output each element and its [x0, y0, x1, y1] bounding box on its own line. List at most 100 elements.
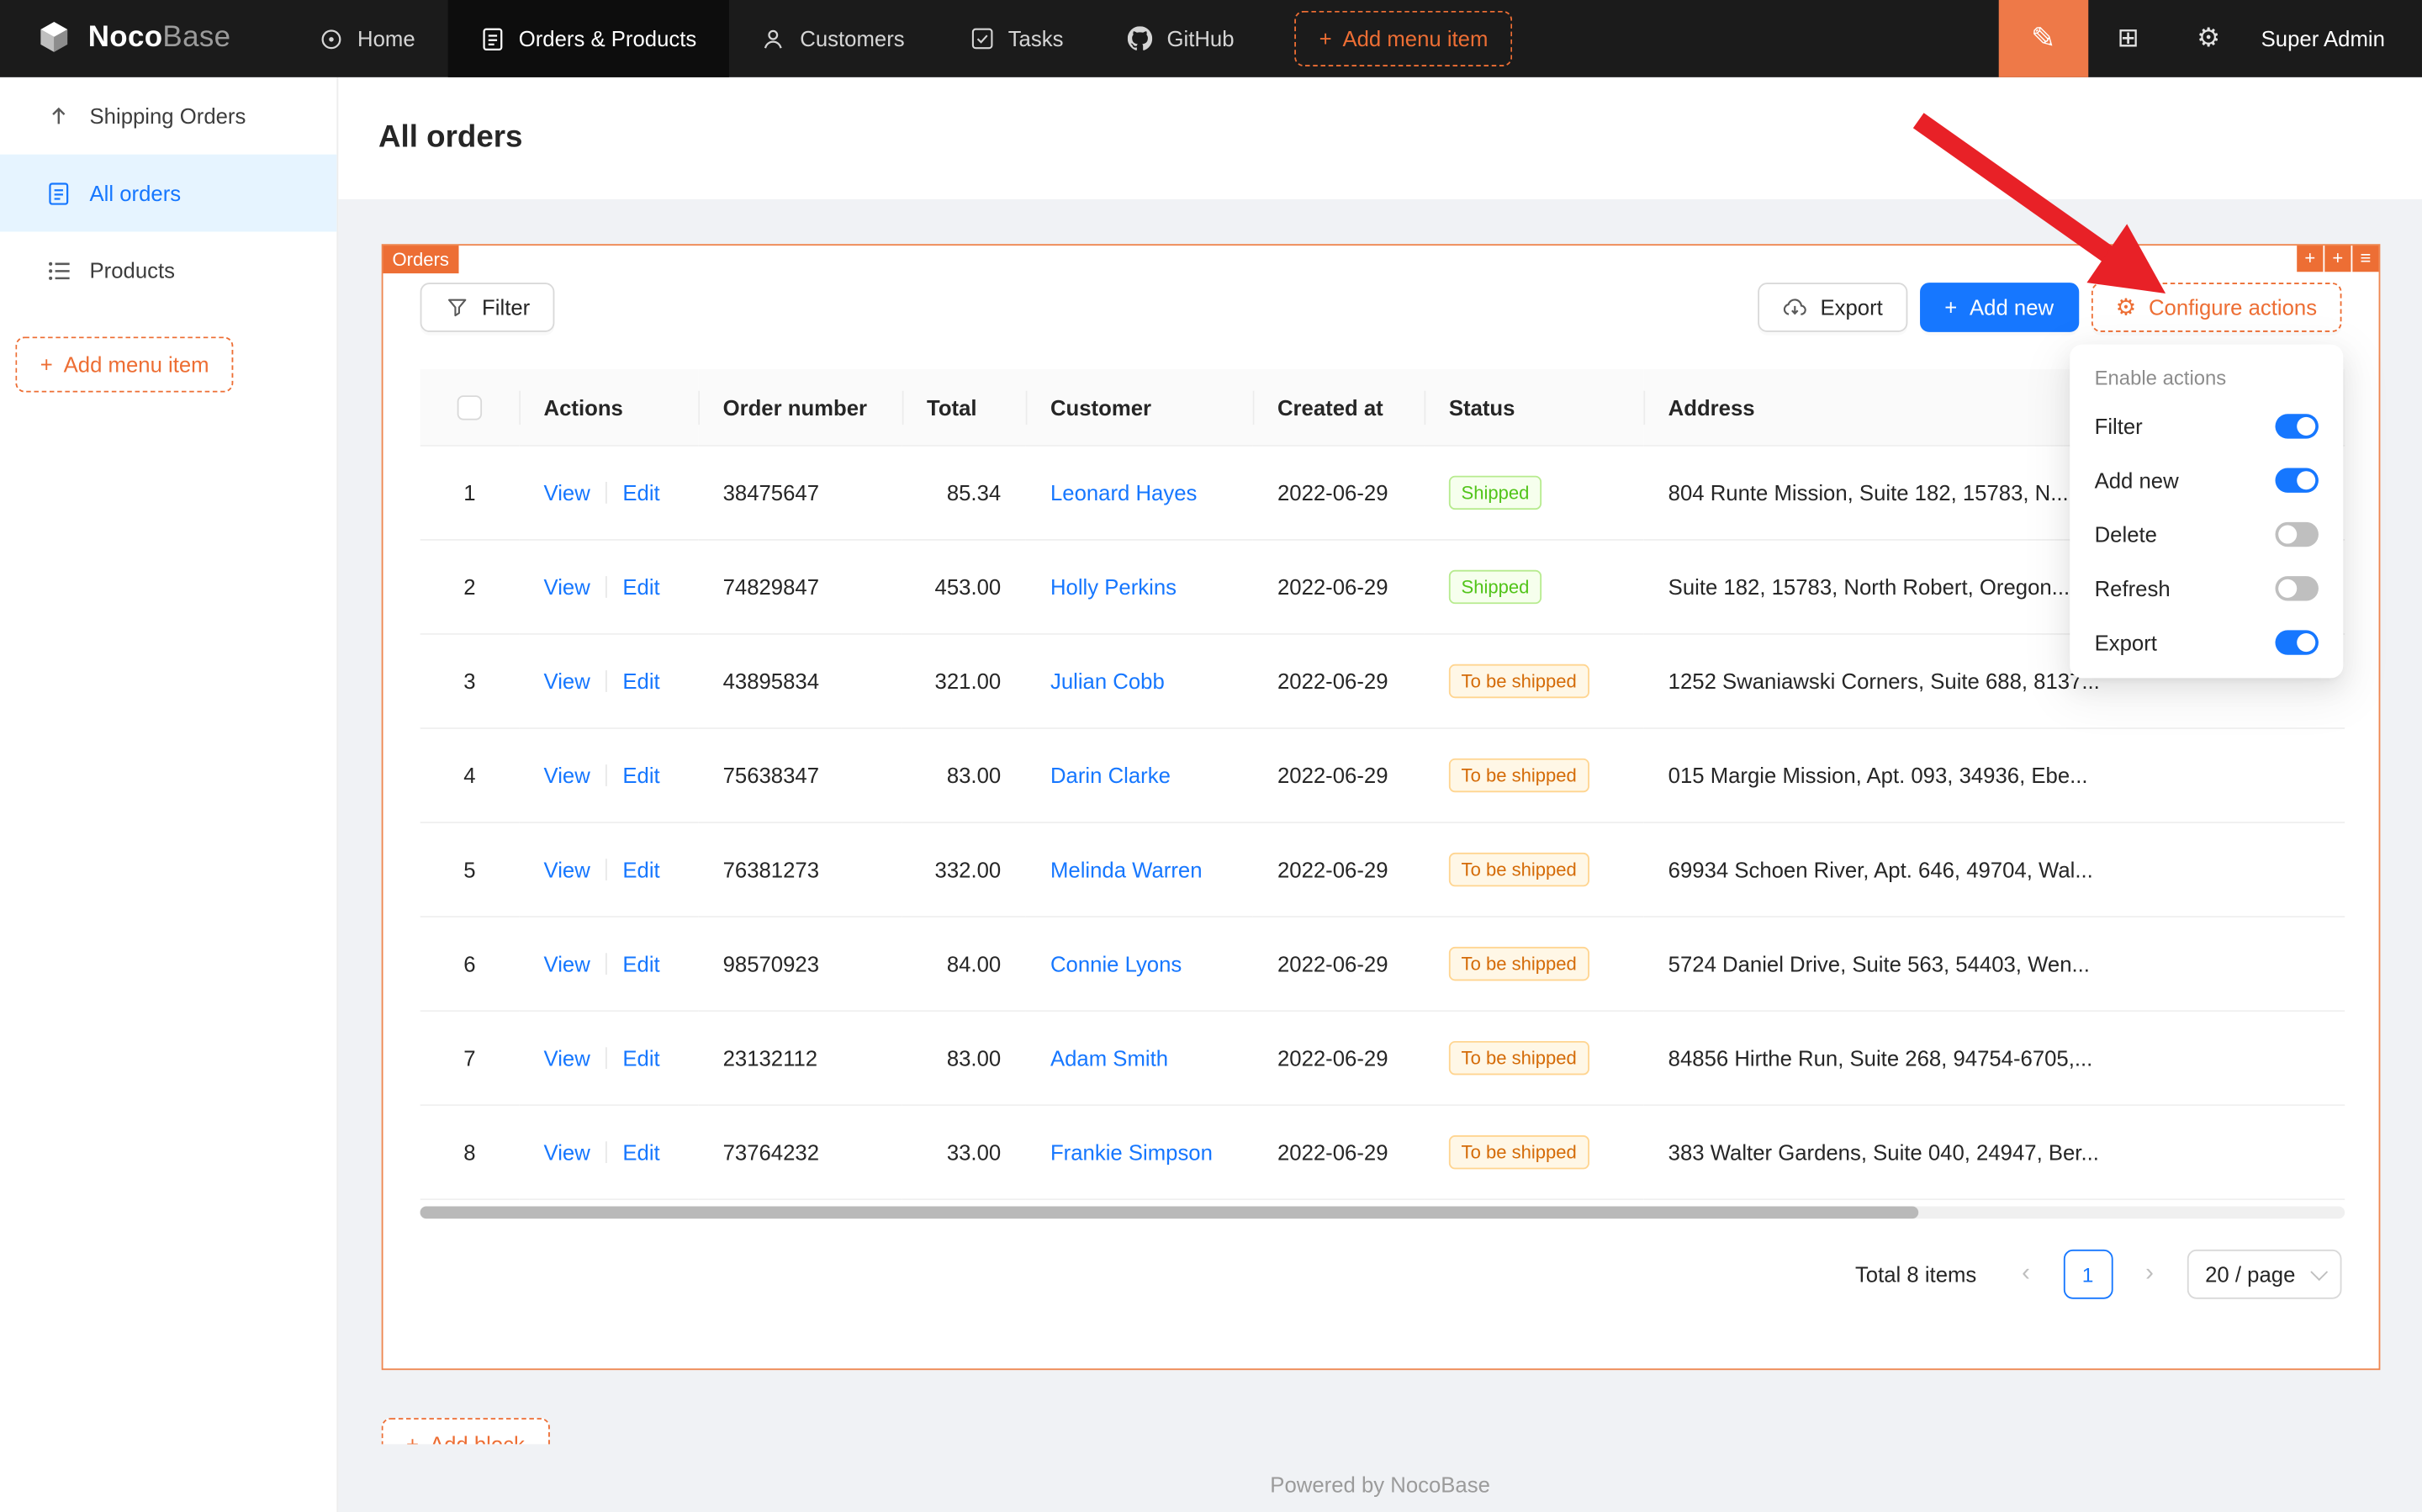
add-block-button[interactable]: + Add block: [382, 1418, 550, 1444]
edit-link[interactable]: Edit: [622, 669, 659, 694]
column-header-customer[interactable]: Customer: [1026, 369, 1253, 446]
enable-actions-list: Filter Add new Delete Refresh Export: [2076, 399, 2337, 669]
pagination-total: Total 8 items: [1855, 1262, 1976, 1287]
settings-button[interactable]: ⚙: [2168, 0, 2249, 77]
plus-icon: +: [1944, 295, 1957, 320]
edit-link[interactable]: Edit: [622, 481, 659, 505]
ui-editor-button[interactable]: ✎: [1998, 0, 2088, 77]
enable-action-item[interactable]: Delete: [2076, 506, 2337, 560]
created-at-cell: 2022-06-29: [1253, 823, 1425, 917]
configure-actions-button[interactable]: ⚙ Configure actions: [2091, 283, 2341, 332]
column-header-status[interactable]: Status: [1424, 369, 1643, 446]
total-cell: 453.00: [902, 540, 1026, 634]
add-block-icon[interactable]: +: [2324, 246, 2351, 272]
row-index-cell: 3: [420, 635, 520, 729]
customer-cell: Julian Cobb: [1026, 635, 1253, 729]
page-size-select[interactable]: 20 / page: [2187, 1250, 2341, 1299]
status-tag: To be shipped: [1449, 1042, 1589, 1076]
user-menu[interactable]: Super Admin: [2249, 26, 2422, 50]
view-link[interactable]: View: [544, 1046, 590, 1071]
toggle-switch[interactable]: [2276, 413, 2319, 437]
enable-action-item[interactable]: Filter: [2076, 399, 2337, 452]
enable-action-item[interactable]: Export: [2076, 615, 2337, 669]
status-tag: Shipped: [1449, 570, 1542, 604]
enable-action-item[interactable]: Add new: [2076, 452, 2337, 506]
block-designer-toolbar: + + ≡: [2295, 246, 2378, 272]
sidebar-item-shipping-orders[interactable]: Shipping Orders: [0, 77, 336, 155]
sidebar-item-all-orders[interactable]: All orders: [0, 155, 336, 232]
table-row: 3 ViewEdit 43895834 321.00 Julian Cobb 2…: [420, 635, 2345, 729]
sidebar-item-products[interactable]: Products: [0, 232, 336, 309]
view-link[interactable]: View: [544, 1140, 590, 1165]
home-icon: [319, 26, 343, 50]
filter-button[interactable]: Filter: [420, 283, 555, 332]
total-cell: 33.00: [902, 1106, 1026, 1200]
toggle-switch[interactable]: [2276, 468, 2319, 492]
customer-link[interactable]: Adam Smith: [1050, 1046, 1168, 1071]
edit-link[interactable]: Edit: [622, 764, 659, 788]
add-new-button[interactable]: + Add new: [1920, 283, 2079, 332]
order-number-cell: 38475647: [698, 446, 902, 540]
column-header-actions[interactable]: Actions: [519, 369, 698, 446]
drag-handle-icon[interactable]: +: [2297, 246, 2323, 272]
view-link[interactable]: View: [544, 764, 590, 788]
column-header-total[interactable]: Total: [902, 369, 1026, 446]
row-actions-cell: View Edit: [519, 823, 698, 917]
view-link[interactable]: View: [544, 481, 590, 505]
edit-link[interactable]: Edit: [622, 952, 659, 976]
next-page-button[interactable]: ›: [2125, 1250, 2175, 1299]
edit-link[interactable]: Edit: [622, 1046, 659, 1071]
customer-link[interactable]: Holly Perkins: [1050, 575, 1177, 600]
select-all-checkbox[interactable]: [457, 396, 482, 420]
customer-cell: Frankie Simpson: [1026, 1106, 1253, 1200]
nav-tab-orders-products[interactable]: Orders & Products: [447, 0, 729, 77]
customer-link[interactable]: Julian Cobb: [1050, 669, 1165, 694]
toggle-switch[interactable]: [2276, 575, 2319, 600]
block-collection-tag: Orders: [383, 246, 458, 273]
table-row: 8 ViewEdit 73764232 33.00 Frankie Simpso…: [420, 1106, 2345, 1200]
block-menu-icon[interactable]: ≡: [2352, 246, 2378, 272]
customer-link[interactable]: Connie Lyons: [1050, 952, 1182, 976]
horizontal-scrollbar-thumb[interactable]: [420, 1207, 1919, 1219]
nav-tab-github[interactable]: GitHub: [1096, 0, 1267, 77]
nav-tab-label: Orders & Products: [519, 26, 697, 50]
column-header-created-at[interactable]: Created at: [1253, 369, 1425, 446]
order-number-cell: 73764232: [698, 1106, 902, 1200]
row-index-cell: 1: [420, 446, 520, 540]
customer-link[interactable]: Leonard Hayes: [1050, 481, 1197, 505]
view-link[interactable]: View: [544, 669, 590, 694]
order-number-cell: 43895834: [698, 635, 902, 729]
page-number-button[interactable]: 1: [2063, 1250, 2113, 1299]
sidebar-add-menu-item-button[interactable]: + Add menu item: [15, 336, 234, 392]
nav-tab-home[interactable]: Home: [287, 0, 448, 77]
status-tag: To be shipped: [1449, 947, 1589, 981]
customer-link[interactable]: Melinda Warren: [1050, 858, 1203, 882]
view-link[interactable]: View: [544, 952, 590, 976]
export-button[interactable]: Export: [1758, 283, 1907, 332]
order-number-cell: 74829847: [698, 540, 902, 634]
column-header-order-number[interactable]: Order number: [698, 369, 902, 446]
customer-link[interactable]: Darin Clarke: [1050, 764, 1171, 788]
total-cell: 332.00: [902, 823, 1026, 917]
toggle-switch[interactable]: [2276, 521, 2319, 546]
toggle-switch[interactable]: [2276, 629, 2319, 653]
view-link[interactable]: View: [544, 858, 590, 882]
view-link[interactable]: View: [544, 575, 590, 600]
navbar-right: ✎ ⊞ ⚙ Super Admin: [1998, 0, 2422, 77]
add-menu-item-button[interactable]: + Add menu item: [1294, 11, 1513, 66]
sidebar: Shipping Orders All orders Products + Ad…: [0, 77, 338, 1512]
main-area: All orders Orders + + ≡ Filter: [338, 77, 2422, 1512]
prev-page-button[interactable]: ‹: [2002, 1250, 2051, 1299]
nav-tab-customers[interactable]: Customers: [729, 0, 937, 77]
brand-logo[interactable]: NocoBase: [0, 19, 265, 59]
edit-link[interactable]: Edit: [622, 1140, 659, 1165]
address-cell: 015 Margie Mission, Apt. 093, 34936, Ebe…: [1643, 729, 2345, 823]
edit-link[interactable]: Edit: [622, 575, 659, 600]
edit-link[interactable]: Edit: [622, 858, 659, 882]
customer-cell: Adam Smith: [1026, 1012, 1253, 1106]
enable-action-item[interactable]: Refresh: [2076, 561, 2337, 615]
plugin-manager-button[interactable]: ⊞: [2088, 0, 2169, 77]
status-cell: Shipped: [1424, 446, 1643, 540]
nav-tab-tasks[interactable]: Tasks: [937, 0, 1096, 77]
customer-link[interactable]: Frankie Simpson: [1050, 1140, 1213, 1165]
